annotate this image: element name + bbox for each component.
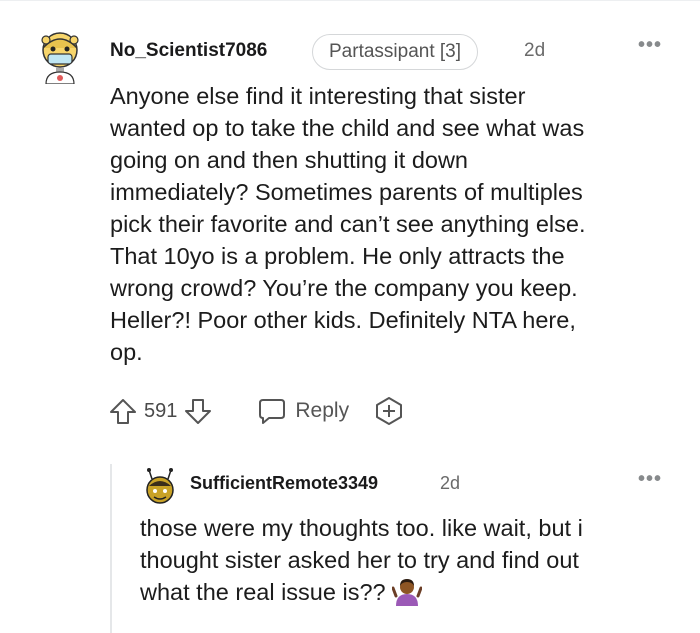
reply-label: Reply: [295, 399, 350, 422]
reply-button[interactable]: Reply: [257, 396, 349, 426]
comment-author[interactable]: SufficientRemote3349: [190, 473, 378, 494]
comment-body: Anyone else find it interesting that sis…: [110, 80, 700, 368]
downvote-arrow-icon[interactable]: [183, 396, 213, 426]
comment-line: op.: [110, 339, 143, 365]
thread-line[interactable]: [110, 464, 112, 633]
comment-line: wanted op to take the child and see what…: [110, 115, 585, 141]
speech-bubble-icon: [259, 399, 286, 424]
comment-line: thought sister asked her to try and find…: [140, 547, 579, 573]
avatar[interactable]: [36, 28, 84, 84]
avatar[interactable]: [141, 466, 179, 508]
user-flair: Partassipant [3]: [312, 34, 479, 70]
comment-timestamp[interactable]: 2d: [524, 40, 545, 62]
more-options-button[interactable]: •••: [638, 34, 662, 57]
upvote-arrow-icon[interactable]: [108, 396, 138, 426]
comment-line: wrong crowd? You’re the company you keep…: [110, 275, 578, 301]
comment-author[interactable]: No_Scientist7086: [110, 40, 267, 62]
top-divider: [0, 0, 700, 1]
comment-timestamp[interactable]: 2d: [440, 473, 460, 494]
vote-count: 591: [144, 399, 178, 422]
comment-line: pick their favorite and can’t see anythi…: [110, 211, 586, 237]
comment-action-bar: 591 Reply: [108, 394, 405, 428]
person-shrugging-emoji: [391, 579, 422, 606]
comment-line: going on and then shutting it down: [110, 147, 468, 173]
comment-line: That 10yo is a problem. He only attracts…: [110, 243, 565, 269]
award-icon[interactable]: [373, 395, 405, 427]
comment-line: Anyone else find it interesting that sis…: [110, 83, 526, 109]
comment-line: what the real issue is??: [140, 576, 700, 608]
comment-line: those were my thoughts too. like wait, b…: [140, 515, 583, 541]
more-options-button[interactable]: •••: [638, 468, 662, 491]
comment-line: immediately? Sometimes parents of multip…: [110, 179, 583, 205]
comment-body: those were my thoughts too. like wait, b…: [140, 512, 700, 608]
comment-line: Heller?! Poor other kids. Definitely NTA…: [110, 307, 576, 333]
comment-line-text: what the real issue is??: [140, 579, 386, 605]
